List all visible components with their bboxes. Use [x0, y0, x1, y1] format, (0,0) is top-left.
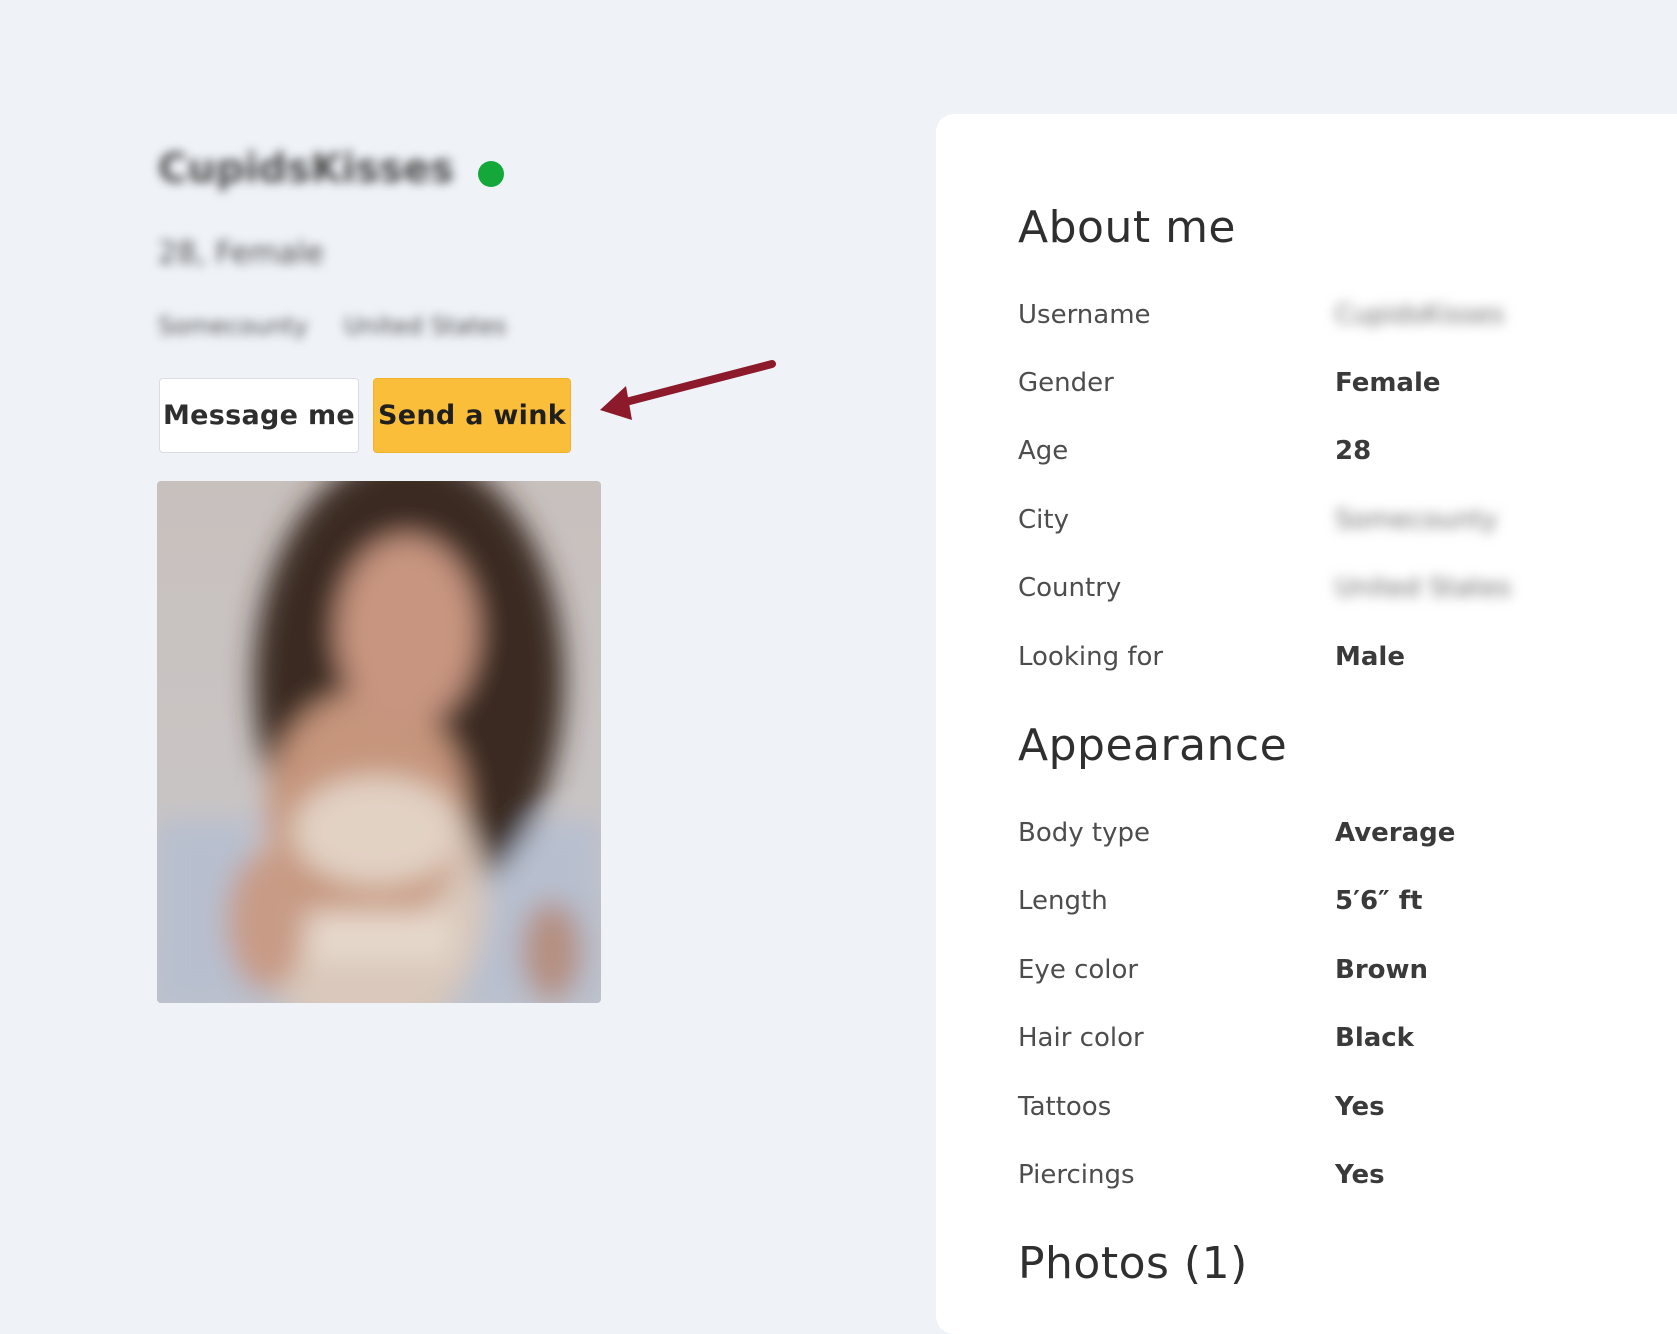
profile-photo[interactable]	[157, 481, 601, 1003]
piercings-value: Yes	[1335, 1160, 1385, 1190]
send-wink-button[interactable]: Send a wink	[373, 378, 571, 453]
profile-city: Somecounty	[158, 312, 308, 340]
city-label: City	[1018, 505, 1069, 535]
age-value: 28	[1335, 436, 1372, 466]
message-me-button[interactable]: Message me	[159, 378, 359, 453]
length-value: 5′6″ ft	[1335, 886, 1423, 916]
age-label: Age	[1018, 436, 1069, 466]
username-value: CupidsKisses	[1335, 300, 1505, 330]
online-status-icon	[478, 161, 504, 187]
hair-color-label: Hair color	[1018, 1023, 1144, 1053]
piercings-label: Piercings	[1018, 1160, 1135, 1190]
eye-color-value: Brown	[1335, 955, 1429, 985]
username-label: Username	[1018, 300, 1151, 330]
looking-for-label: Looking for	[1018, 642, 1164, 672]
profile-summary: CupidsKisses 28, Female Somecounty United…	[0, 0, 900, 1294]
city-value: Somecounty	[1335, 505, 1498, 535]
profile-country: United States	[343, 312, 507, 340]
body-type-value: Average	[1335, 818, 1456, 848]
looking-for-value: Male	[1335, 642, 1405, 672]
gender-value: Female	[1335, 368, 1441, 398]
arrow-left-icon	[600, 360, 776, 420]
tattoos-label: Tattoos	[1018, 1092, 1112, 1122]
country-label: Country	[1018, 573, 1122, 603]
profile-username: CupidsKisses	[158, 146, 454, 192]
length-label: Length	[1018, 886, 1108, 916]
eye-color-label: Eye color	[1018, 955, 1139, 985]
profile-age-gender: 28, Female	[158, 236, 324, 271]
appearance-heading: Appearance	[1018, 720, 1288, 771]
tattoos-value: Yes	[1335, 1092, 1385, 1122]
country-value: United States	[1335, 573, 1512, 603]
body-type-label: Body type	[1018, 818, 1150, 848]
profile-details-card: About me Username CupidsKisses Gender Fe…	[936, 114, 1677, 1334]
about-me-heading: About me	[1018, 202, 1237, 253]
hair-color-value: Black	[1335, 1023, 1414, 1053]
gender-label: Gender	[1018, 368, 1114, 398]
profile-location: Somecounty United States	[158, 312, 507, 340]
photos-heading: Photos (1)	[1018, 1238, 1248, 1289]
